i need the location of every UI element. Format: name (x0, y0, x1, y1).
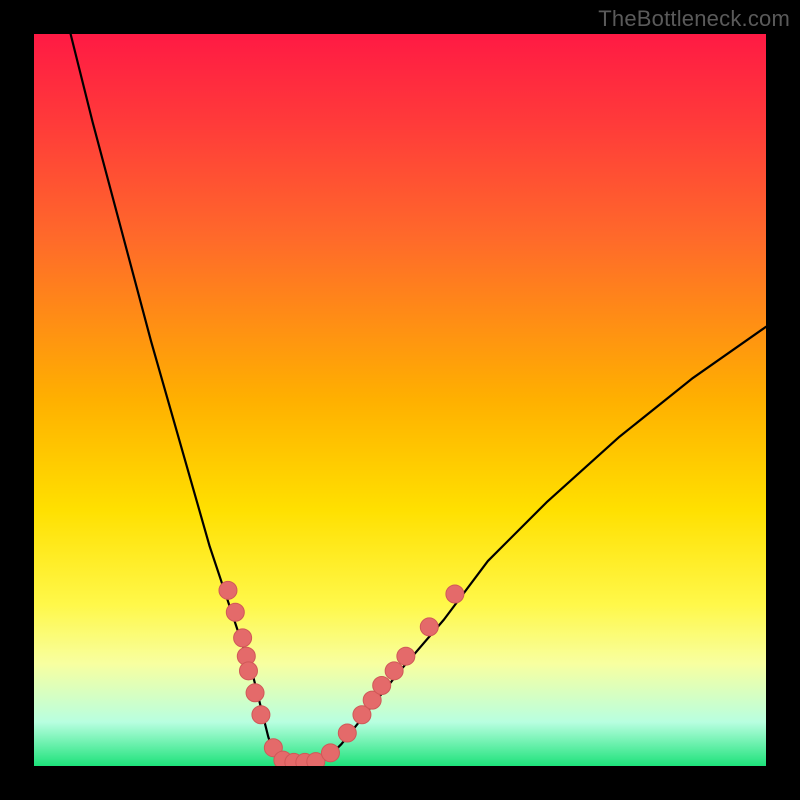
data-marker (338, 724, 356, 742)
data-marker (446, 585, 464, 603)
data-marker (234, 629, 252, 647)
watermark-text: TheBottleneck.com (598, 6, 790, 32)
curve-layer (34, 34, 766, 766)
chart-frame: TheBottleneck.com (0, 0, 800, 800)
data-marker (321, 744, 339, 762)
data-marker (397, 647, 415, 665)
data-marker (420, 618, 438, 636)
bottleneck-curve (71, 34, 766, 766)
data-marker (219, 581, 237, 599)
data-marker (385, 662, 403, 680)
data-marker (226, 603, 244, 621)
data-marker (252, 706, 270, 724)
data-marker (373, 676, 391, 694)
plot-area (34, 34, 766, 766)
data-markers (219, 581, 464, 766)
data-marker (246, 684, 264, 702)
data-marker (239, 662, 257, 680)
